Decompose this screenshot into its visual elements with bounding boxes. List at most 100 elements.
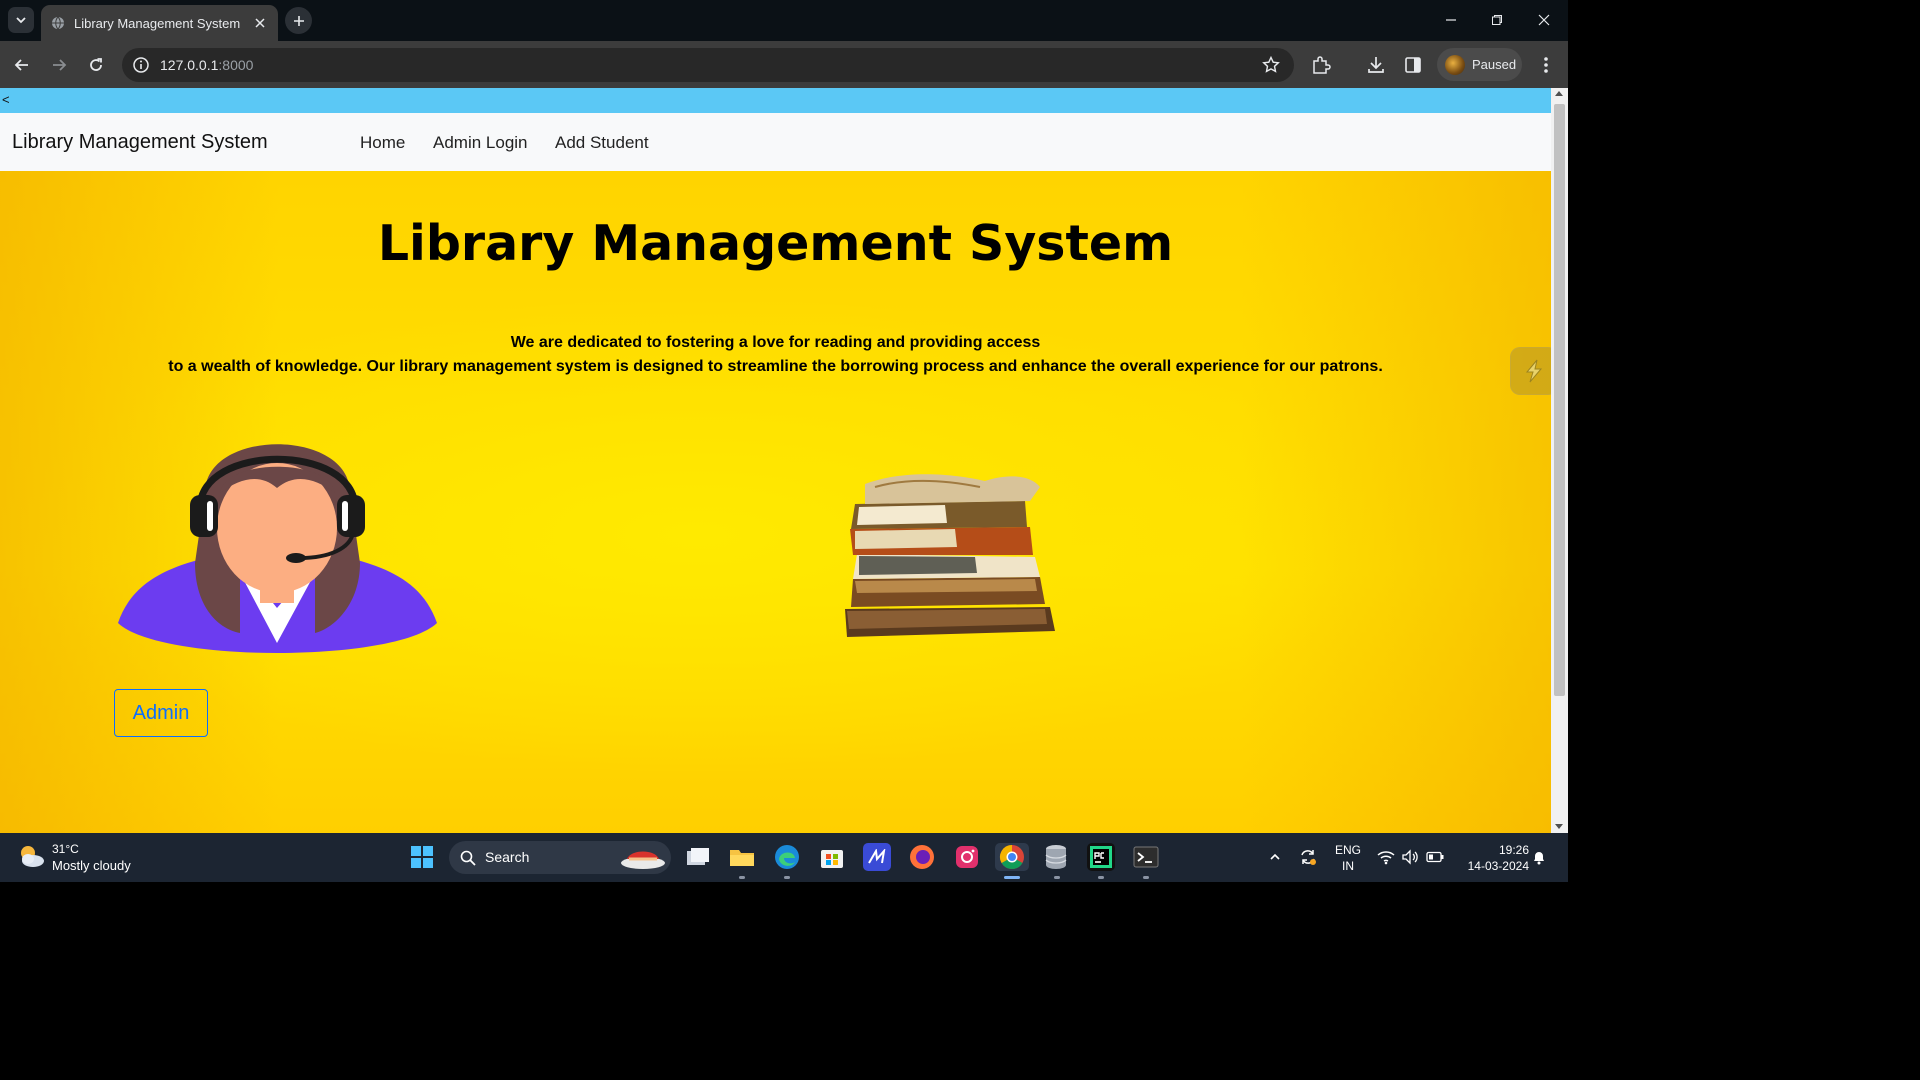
running-indicator xyxy=(1098,876,1104,879)
bookmark-star-icon[interactable] xyxy=(1262,56,1280,74)
forward-button[interactable] xyxy=(47,53,71,77)
pycharm-icon xyxy=(1090,846,1112,868)
hero-section: Library Management System We are dedicat… xyxy=(0,171,1551,833)
taskbar-firefox[interactable] xyxy=(908,843,936,871)
back-button[interactable] xyxy=(10,53,34,77)
taskbar-chrome[interactable] xyxy=(995,843,1029,871)
language-indicator[interactable]: ENG IN xyxy=(1333,842,1363,874)
windows-taskbar: 31°C Mostly cloudy Search ENG IN 19:26 1… xyxy=(0,833,1568,882)
windows-logo-icon xyxy=(411,846,433,868)
extensions-button[interactable] xyxy=(1310,54,1332,76)
downloads-button[interactable] xyxy=(1365,54,1387,76)
taskbar-store[interactable] xyxy=(818,843,846,871)
tray-volume[interactable] xyxy=(1398,843,1422,871)
site-info-icon[interactable] xyxy=(132,56,150,74)
scroll-up-arrow[interactable] xyxy=(1555,91,1563,96)
tray-battery[interactable] xyxy=(1423,843,1447,871)
scrollbar-thumb[interactable] xyxy=(1554,104,1565,696)
tab-close-button[interactable] xyxy=(252,15,268,31)
navbar-brand[interactable]: Library Management System xyxy=(12,131,268,154)
tab-search-button[interactable] xyxy=(8,7,34,33)
globe-icon xyxy=(52,16,64,30)
chrome-icon xyxy=(999,845,1024,870)
browser-tab-active[interactable]: Library Management System xyxy=(41,5,278,41)
site-navbar: Library Management System Home Admin Log… xyxy=(0,113,1551,171)
chevron-down-icon xyxy=(16,17,26,24)
tray-sync[interactable] xyxy=(1296,843,1320,871)
top-bar-text: < xyxy=(2,92,10,107)
instagram-icon xyxy=(956,846,978,868)
taskbar-file-explorer[interactable] xyxy=(728,843,756,871)
side-panel-icon xyxy=(1405,57,1421,73)
close-window-button[interactable] xyxy=(1531,8,1557,32)
tab-title: Library Management System xyxy=(74,15,241,31)
weather-description: Mostly cloudy xyxy=(52,858,131,873)
url-text: 127.0.0.1:8000 xyxy=(160,57,253,73)
url-port: :8000 xyxy=(218,57,254,73)
page-scrollbar[interactable] xyxy=(1551,88,1568,833)
restore-icon xyxy=(1492,15,1502,25)
admin-button[interactable]: Admin xyxy=(114,689,208,737)
language-region: IN xyxy=(1342,859,1354,873)
nav-link-add-student[interactable]: Add Student xyxy=(555,133,649,153)
bell-icon xyxy=(1534,852,1544,865)
start-button[interactable] xyxy=(408,843,436,871)
taskbar-edge[interactable] xyxy=(773,843,801,871)
taskbar-search[interactable]: Search xyxy=(449,841,671,874)
search-label: Search xyxy=(485,849,530,865)
edge-browser-icon xyxy=(775,845,799,869)
active-app-indicator xyxy=(1004,876,1020,879)
task-view-icon xyxy=(687,848,709,865)
browser-tabstrip: Library Management System xyxy=(0,0,1568,41)
chevron-up-icon xyxy=(1270,853,1280,860)
tray-overflow-button[interactable] xyxy=(1263,843,1287,871)
avatar xyxy=(1445,54,1465,75)
weather-widget[interactable]: 31°C Mostly cloudy xyxy=(16,841,131,874)
running-indicator xyxy=(739,876,745,879)
description-line-2: to a wealth of knowledge. Our library ma… xyxy=(168,358,1383,375)
new-tab-button[interactable] xyxy=(285,7,312,34)
floating-extension-widget[interactable] xyxy=(1510,347,1551,395)
books-stack-illustration xyxy=(845,474,1055,637)
reload-button[interactable] xyxy=(84,53,108,77)
taskbar-instagram[interactable] xyxy=(953,843,981,871)
app-glyph-icon xyxy=(868,849,886,864)
page-title: Library Management System xyxy=(377,215,1174,272)
minimize-button[interactable] xyxy=(1438,8,1464,32)
side-panel-button[interactable] xyxy=(1402,54,1424,76)
taskbar-task-view[interactable] xyxy=(684,843,712,871)
weather-temperature: 31°C xyxy=(52,842,79,856)
partly-cloudy-icon xyxy=(21,846,44,867)
clock-date: 14-03-2024 xyxy=(1467,859,1529,873)
taskbar-app-blue[interactable] xyxy=(863,843,891,871)
reload-icon xyxy=(90,58,102,71)
tray-wifi[interactable] xyxy=(1374,843,1398,871)
url-host: 127.0.0.1 xyxy=(160,57,219,73)
lightning-icon xyxy=(1525,359,1543,383)
store-icon xyxy=(821,850,843,868)
description-line-1: We are dedicated to fostering a love for… xyxy=(510,334,1041,351)
profile-button[interactable]: Paused xyxy=(1437,48,1522,81)
browser-menu-button[interactable] xyxy=(1535,54,1557,76)
nav-link-home[interactable]: Home xyxy=(360,133,405,153)
clock[interactable]: 19:26 14-03-2024 xyxy=(1455,842,1529,874)
minimize-icon xyxy=(1446,19,1456,21)
running-indicator xyxy=(1054,876,1060,879)
arrow-left-icon xyxy=(14,59,28,71)
restore-button[interactable] xyxy=(1484,8,1510,32)
folder-icon xyxy=(730,850,754,866)
more-vertical-icon xyxy=(1544,57,1548,73)
arrow-right-icon xyxy=(53,59,67,71)
search-icon xyxy=(460,850,476,866)
taskbar-pycharm[interactable] xyxy=(1087,843,1115,871)
web-page: < Library Management System Home Admin L… xyxy=(0,88,1551,833)
nav-link-admin-login[interactable]: Admin Login xyxy=(433,133,528,153)
notifications-button[interactable] xyxy=(1528,843,1550,871)
database-icon xyxy=(1045,845,1067,869)
scroll-down-arrow[interactable] xyxy=(1555,824,1563,829)
running-indicator xyxy=(1143,876,1149,879)
address-bar[interactable]: 127.0.0.1:8000 xyxy=(122,48,1294,82)
plus-icon xyxy=(293,15,304,26)
taskbar-database[interactable] xyxy=(1042,843,1070,871)
taskbar-terminal[interactable] xyxy=(1132,843,1160,871)
